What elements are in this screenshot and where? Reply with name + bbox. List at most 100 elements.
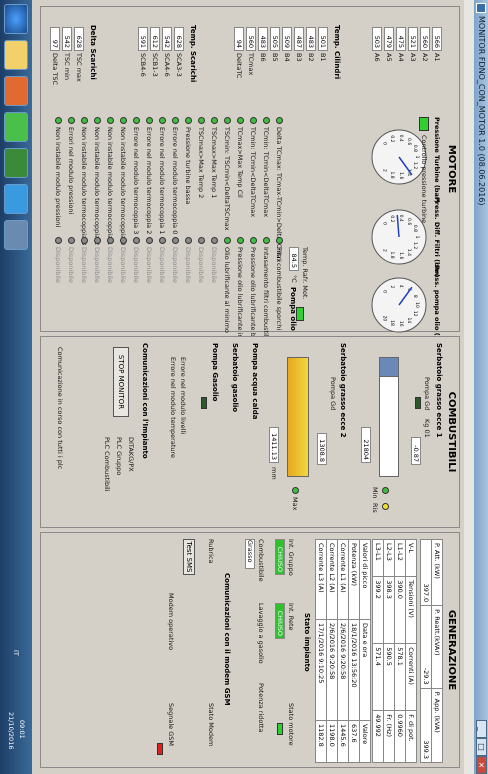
alarm-led <box>120 117 127 124</box>
errore-temperature: Errore nel modulo temperature <box>169 357 177 459</box>
cilindro-b-value: 94 <box>234 27 244 51</box>
alarm-led <box>94 237 101 244</box>
alarm-led <box>133 237 140 244</box>
stato-title: Stato impianto <box>303 613 311 672</box>
alarm-label: Errori nel modulo pressioni <box>67 127 75 215</box>
serbatoio2-pompa: Pompa Gd <box>329 377 337 411</box>
alarm-led <box>146 117 153 124</box>
app-icon-4[interactable] <box>4 220 28 250</box>
com-item-1: PLC Gruppo <box>115 437 123 476</box>
potenza-ridotta-label: Potenza ridotta <box>257 683 265 733</box>
serbatoio1-min-label: Min <box>371 487 379 499</box>
alarm-label: TCmin: TCmin<DeltaTCmax <box>249 127 257 218</box>
alarm-led <box>107 237 114 244</box>
voltage-row: L3-L1 399.2 571.4 49.992 <box>372 539 384 763</box>
power-table: P. Att. (kW) P. Reatt.(kVAr) P. App. (kVA)… <box>420 539 443 763</box>
alarm-label: Non instabile modulo termocoppia 3 <box>80 127 88 246</box>
title-bar: MONITOR FDNO_CON_MOTOR 1.0 (08.06.2016) … <box>474 0 488 774</box>
app-icon-2[interactable] <box>4 148 28 178</box>
stop-monitor-button[interactable]: STOP MONITOR <box>113 347 129 417</box>
pressure-gauge: 02 468101214161820 <box>371 277 427 333</box>
maximize-button[interactable]: □ <box>476 738 487 756</box>
alarm-led <box>172 237 179 244</box>
picco-cell: 17/1/2016 9:10:25 <box>315 619 327 721</box>
scarico-value: 612 <box>150 27 160 51</box>
minimize-button[interactable]: _ <box>476 720 487 738</box>
errore-livelli: Errore nel modulo livelli <box>179 357 187 435</box>
test-sms-button[interactable]: Test SMS <box>183 539 195 575</box>
alarm-led <box>237 117 244 124</box>
voltage-cell: 571.4 <box>372 643 384 711</box>
start-button-icon[interactable] <box>4 4 28 34</box>
cilindro-a-value: 503 <box>372 27 382 51</box>
picco-header: Valori di picco <box>359 539 371 620</box>
picco-cell: 2/6/2016 9:20:58 <box>337 619 349 721</box>
pompa-acqua-label: Pompa acqua calda <box>251 343 259 420</box>
media-icon[interactable] <box>4 76 28 106</box>
alarm-label: Disponibile <box>171 247 179 283</box>
voltage-cell: 398.3 <box>383 576 395 644</box>
cilindro-b-label: B2 <box>307 53 315 62</box>
serbatoio1-min-led <box>382 487 389 494</box>
lang-indicator[interactable]: IT <box>12 650 20 656</box>
pompa-gasolio-led <box>201 397 207 409</box>
combustibile-value: Grasso <box>245 539 255 569</box>
window-title: MONITOR FDNO_CON_MOTOR 1.0 (08.06.2016) <box>477 16 486 206</box>
volume1-value: 21804 <box>361 427 371 463</box>
picco-row: Corrente L2 (A) 2/6/2016 9:20:58 1198.0 <box>326 539 338 763</box>
alarm-led <box>81 117 88 124</box>
com-item-2: PLC Combustibili <box>103 437 111 492</box>
chrome-icon[interactable] <box>4 112 28 142</box>
voltage-cell: 578.1 <box>394 643 406 711</box>
voltage-header: Tensioni (V) <box>405 576 417 644</box>
alarm-led <box>237 237 244 244</box>
picco-cell: 1198.0 <box>326 720 338 763</box>
volume2-value: 1411.13 <box>269 427 279 463</box>
power-value: -29.3 <box>420 605 432 689</box>
int-gruppo-value: CHIUSO <box>275 539 285 575</box>
controllo-led <box>419 117 429 131</box>
voltage-cell: L3-L1 <box>372 539 384 577</box>
cilindro-a-value: 521 <box>408 27 418 51</box>
picco-cell: 2/6/2016 9:20:58 <box>326 619 338 721</box>
serbatoio-gasolio-label: Serbatoio gasolio <box>231 343 239 413</box>
power-header: P. Reatt.(kVAr) <box>431 605 443 689</box>
alarm-label: Disponibile <box>119 247 127 283</box>
picco-table: Valori di picco Data e ora Valore Potenza (… <box>315 539 371 763</box>
pompa-olio-led <box>296 307 304 321</box>
alarm-label: Disponibile <box>158 247 166 283</box>
cilindro-b-value: 505 <box>270 27 280 51</box>
temp-cilindri-title: Temp. Cilindri <box>333 25 341 80</box>
power-value: 397.0 <box>420 539 432 606</box>
serbatoio1-ris-label: Ris <box>371 503 379 513</box>
alarm-led <box>263 237 270 244</box>
alarm-led <box>146 237 153 244</box>
serbatoio2-max-led <box>292 487 299 494</box>
voltage-header-row: V-L Tensioni (V) Correnti (A) F. di pot. <box>405 539 417 763</box>
modem-operativo-label: Modem operativo <box>167 593 175 651</box>
alarm-label: Disponibile <box>184 247 192 283</box>
gauge-title: Pressione Turbine (bar) <box>433 117 441 204</box>
app-icon-3[interactable] <box>4 184 28 214</box>
alarm-label: TCmin: TCmin<DeltaTCmax <box>262 127 270 218</box>
picco-cell: Corrente L2 (A) <box>326 539 338 620</box>
close-button[interactable]: × <box>476 756 487 774</box>
alarm-led <box>120 237 127 244</box>
cilindro-a-label: A6 <box>373 53 381 62</box>
alarm-led <box>68 237 75 244</box>
status-text: Comunicazione in corso con tutti i plc <box>56 347 64 470</box>
voltage-cell: 49.992 <box>372 710 384 763</box>
alarm-label: Disponibile <box>145 247 153 283</box>
picco-row: Corrente L3 (A) 17/1/2016 9:10:25 1182.8 <box>315 539 327 763</box>
temp-scarichi-title: Temp. Scarichi <box>189 25 197 83</box>
cilindro-b-value: 501 <box>318 27 328 51</box>
delta-label: TSC max <box>75 53 83 82</box>
alarm-led <box>224 237 231 244</box>
int-rete-label: Int. Rete <box>287 603 295 631</box>
explorer-icon[interactable] <box>4 40 28 70</box>
alarm-led <box>263 117 270 124</box>
delta-label: Delta TSC <box>51 53 59 86</box>
alarm-label: Pressione turbine bassa <box>184 127 192 205</box>
serbatoio1-value: -0.87 <box>411 437 421 465</box>
alarm-led <box>211 117 218 124</box>
